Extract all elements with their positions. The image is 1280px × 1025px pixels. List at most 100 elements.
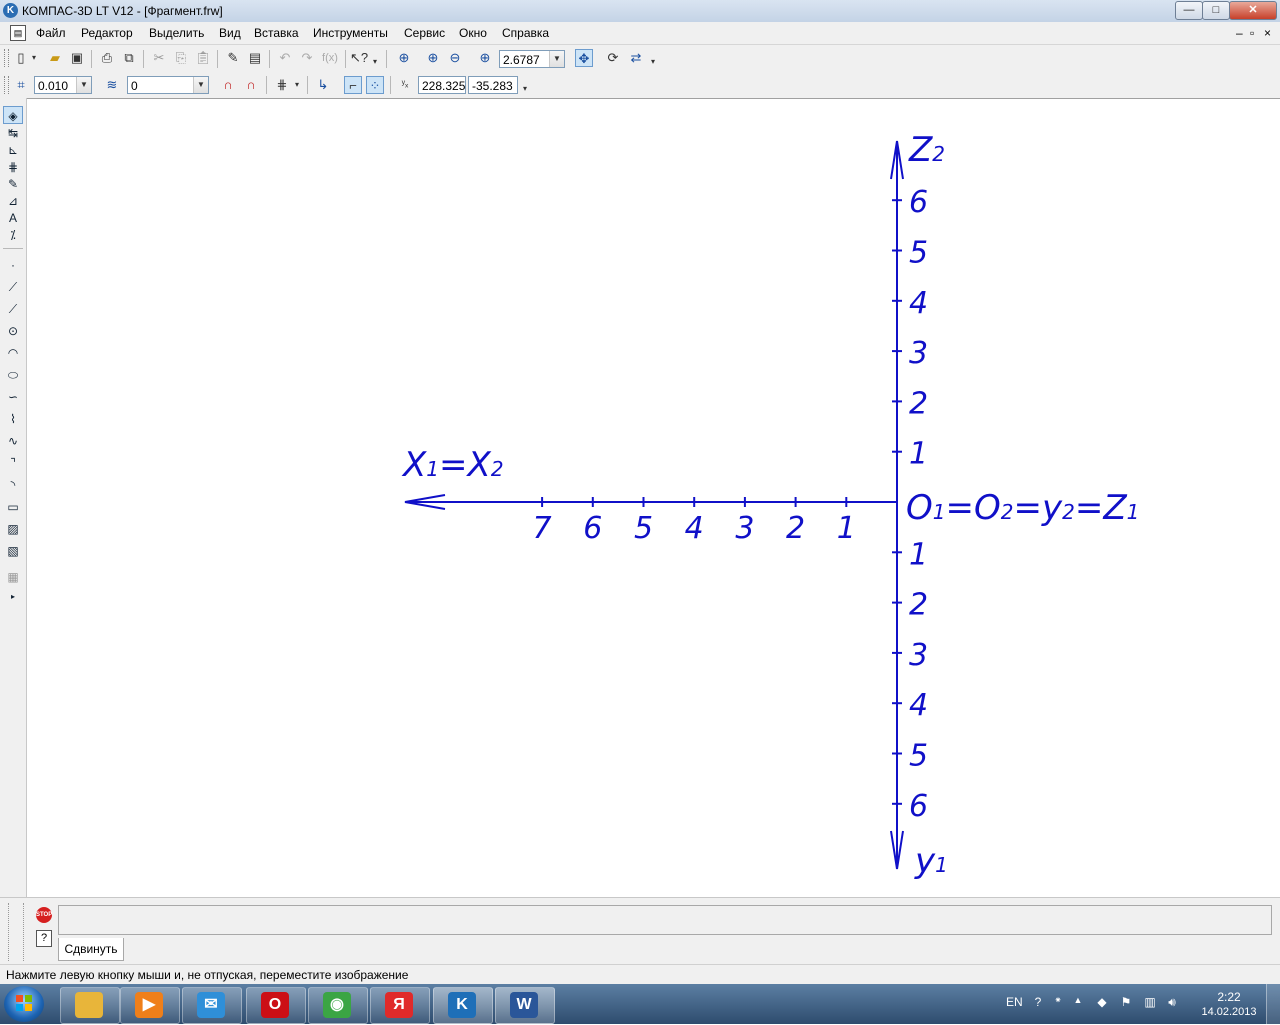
hatch-tool-icon[interactable]: ▨ bbox=[3, 520, 23, 538]
document-icon[interactable]: ▤ bbox=[10, 25, 26, 41]
chevron-down-icon[interactable]: ▾ bbox=[29, 49, 39, 67]
dimensions-panel-icon[interactable]: ↹ bbox=[3, 124, 23, 142]
cursor-step-icon[interactable]: ⌗ bbox=[12, 76, 30, 94]
redo-icon[interactable]: ↷ bbox=[298, 49, 316, 67]
menu-view[interactable]: Вид bbox=[219, 26, 241, 40]
redraw-icon[interactable]: ⇄ bbox=[627, 49, 645, 67]
ortho-mode-icon[interactable]: ⌐ bbox=[344, 76, 362, 94]
geometry-panel-icon[interactable]: ◈ bbox=[3, 106, 23, 124]
nurbs-tool-icon[interactable]: ⌇ bbox=[3, 410, 23, 428]
taskbar-app-button[interactable]: Я bbox=[370, 987, 430, 1024]
taskbar-app-button[interactable]: ▶ bbox=[120, 987, 180, 1024]
editing-panel-icon[interactable]: ⋕ bbox=[3, 158, 23, 176]
toolbar-overflow-icon[interactable]: ▾ bbox=[370, 53, 380, 71]
mdi-minimize-button[interactable]: – bbox=[1236, 26, 1243, 40]
network-icon[interactable]: ▥ bbox=[1142, 995, 1158, 1009]
taskbar-app-button[interactable]: ◉ bbox=[308, 987, 368, 1024]
open-folder-icon[interactable]: ▰ bbox=[46, 49, 64, 67]
fill-tool-icon[interactable]: ▧ bbox=[3, 542, 23, 560]
undo-icon[interactable]: ↶ bbox=[276, 49, 294, 67]
panel-expand-icon[interactable]: ▸ bbox=[3, 588, 23, 606]
mdi-restore-button[interactable]: ▫ bbox=[1250, 26, 1254, 40]
polyline-tool-icon[interactable]: ∽ bbox=[3, 388, 23, 406]
drawing-canvas[interactable]: 7654321 654321 123456 X1=X2 Z2 y1 O1=O2=… bbox=[27, 98, 1280, 897]
menu-insert[interactable]: Вставка bbox=[254, 26, 299, 40]
start-button[interactable] bbox=[4, 986, 44, 1022]
volume-icon[interactable]: 🔊︎ bbox=[1164, 995, 1180, 1010]
stop-icon[interactable]: STOP bbox=[36, 907, 52, 923]
menu-editor[interactable]: Редактор bbox=[81, 26, 133, 40]
close-button[interactable]: ✕ bbox=[1229, 1, 1277, 20]
show-hidden-icons-icon[interactable]: ▲ bbox=[1070, 995, 1086, 1005]
title-bar[interactable]: K КОМПАС-3D LT V12 - [Фрагмент.frw] — □ … bbox=[0, 0, 1280, 23]
tab-pan[interactable]: Сдвинуть bbox=[58, 938, 124, 961]
chamfer-tool-icon[interactable]: ⌝ bbox=[3, 454, 23, 472]
menu-select[interactable]: Выделить bbox=[149, 26, 204, 40]
step-combo[interactable]: 0.010 ▼ bbox=[34, 76, 92, 94]
maximize-button[interactable]: □ bbox=[1202, 1, 1230, 20]
cut-icon[interactable]: ✂ bbox=[150, 49, 168, 67]
clock-time[interactable]: 2:22 bbox=[1205, 990, 1253, 1004]
grid-icon[interactable]: ⋕ bbox=[273, 76, 291, 94]
snap-magnet-icon[interactable]: ∩ bbox=[219, 76, 237, 94]
rectangle-tool-icon[interactable]: ▭ bbox=[3, 498, 23, 516]
local-snap-icon[interactable]: ∩ bbox=[242, 76, 260, 94]
variables-fx-icon[interactable]: f(x) bbox=[319, 49, 341, 67]
coord-x-field[interactable]: 228.325 bbox=[418, 76, 466, 94]
segment-tool-icon[interactable]: ⟋ bbox=[3, 300, 23, 318]
menu-service[interactable]: Сервис bbox=[404, 26, 445, 40]
paste-icon[interactable]: 📋︎ bbox=[194, 49, 212, 67]
properties-icon[interactable]: ▤ bbox=[246, 49, 264, 67]
panel-grip[interactable] bbox=[8, 903, 24, 961]
pan-icon[interactable]: ✥ bbox=[575, 49, 593, 67]
auxiliary-line-tool-icon[interactable]: ⟋ bbox=[3, 278, 23, 296]
taskbar-app-button[interactable] bbox=[60, 987, 120, 1024]
parametric-mode-icon[interactable]: ⁘ bbox=[366, 76, 384, 94]
fillet-tool-icon[interactable]: ◝ bbox=[3, 476, 23, 494]
antivirus-tray-icon[interactable]: ◆ bbox=[1094, 995, 1110, 1009]
specification-panel-icon[interactable]: ⁒ bbox=[3, 226, 23, 244]
menu-help[interactable]: Справка bbox=[502, 26, 549, 40]
format-brush-icon[interactable]: ✎ bbox=[224, 49, 242, 67]
language-indicator[interactable]: EN bbox=[1006, 995, 1023, 1009]
toolbar-overflow-icon[interactable]: ▾ bbox=[520, 80, 530, 98]
action-center-flag-icon[interactable]: ⚑ bbox=[1118, 995, 1134, 1009]
menu-tools[interactable]: Инструменты bbox=[313, 26, 388, 40]
coord-y-field[interactable]: -35.283 bbox=[468, 76, 518, 94]
chevron-down-icon[interactable]: ▼ bbox=[193, 77, 208, 93]
bezier-tool-icon[interactable]: ∿ bbox=[3, 432, 23, 450]
print-preview-icon[interactable]: ⎙ bbox=[98, 49, 116, 67]
minimize-button[interactable]: — bbox=[1175, 1, 1203, 20]
chevron-down-icon[interactable]: ▼ bbox=[549, 51, 564, 67]
chevron-down-icon[interactable]: ▼ bbox=[76, 77, 91, 93]
measurements-panel-icon[interactable]: ⊿ bbox=[3, 192, 23, 210]
circle-tool-icon[interactable]: ⊙ bbox=[3, 322, 23, 340]
zoom-in-icon[interactable]: ⊕ bbox=[424, 49, 442, 67]
zoom-combo[interactable]: 2.6787 ▼ bbox=[499, 50, 565, 68]
menu-window[interactable]: Окно bbox=[459, 26, 487, 40]
mdi-close-button[interactable]: × bbox=[1264, 26, 1271, 40]
clock-date[interactable]: 14.02.2013 bbox=[1196, 1006, 1262, 1018]
help-icon[interactable]: ? bbox=[36, 930, 52, 947]
zoom-scale-icon[interactable]: ⊕ bbox=[476, 49, 494, 67]
layers-icon[interactable]: ≋ bbox=[103, 76, 121, 94]
layer-combo[interactable]: 0 ▼ bbox=[127, 76, 209, 94]
parametrization-panel-icon[interactable]: ✎ bbox=[3, 175, 23, 193]
print-icon[interactable]: ⧉ bbox=[120, 49, 138, 67]
collect-contour-icon[interactable]: ▦ bbox=[3, 568, 23, 586]
ellipse-tool-icon[interactable]: ⬭ bbox=[3, 366, 23, 384]
show-desktop-button[interactable] bbox=[1266, 984, 1280, 1024]
menu-file[interactable]: Файл bbox=[36, 26, 66, 40]
help-tray-icon[interactable]: ? bbox=[1030, 995, 1046, 1009]
refresh-view-icon[interactable]: ⟳ bbox=[604, 49, 622, 67]
zoom-window-icon[interactable]: ⊕ bbox=[395, 49, 413, 67]
context-help-icon[interactable]: ↖? bbox=[350, 49, 368, 67]
chevron-down-icon[interactable]: ▾ bbox=[292, 76, 302, 94]
drawing-svg[interactable]: 7654321 654321 123456 X1=X2 Z2 y1 O1=O2=… bbox=[27, 99, 1280, 897]
toolbar-overflow-icon[interactable]: ▾ bbox=[648, 53, 658, 71]
taskbar-app-button[interactable]: W bbox=[495, 987, 555, 1024]
toolbar-grip[interactable] bbox=[4, 49, 9, 67]
zoom-out-icon[interactable]: ⊖ bbox=[446, 49, 464, 67]
point-tool-icon[interactable]: · bbox=[3, 256, 23, 274]
new-document-icon[interactable]: ▯ bbox=[12, 49, 30, 67]
